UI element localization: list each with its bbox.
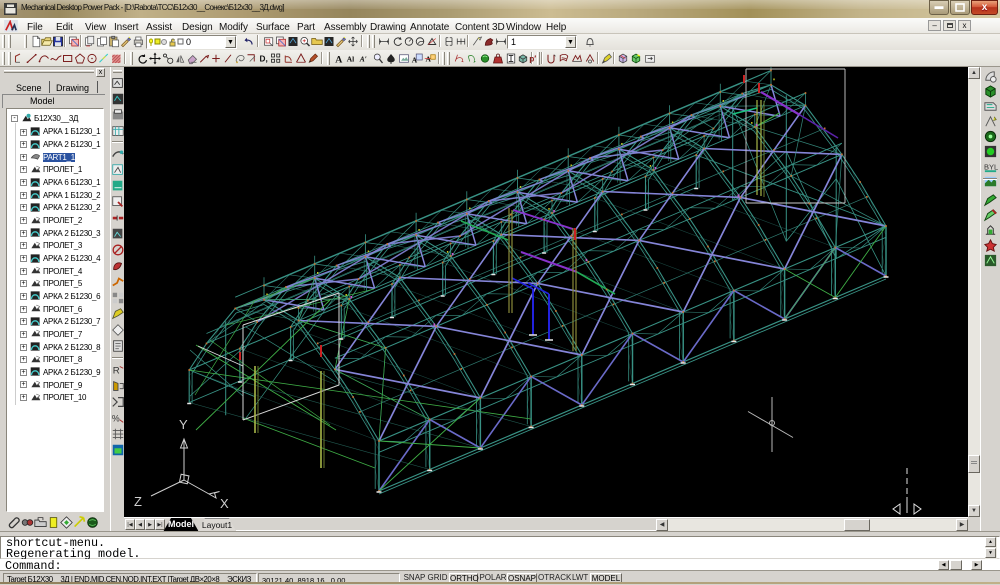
svg-text:A′: A′ bbox=[359, 55, 367, 64]
svg-text:D,: D, bbox=[260, 55, 268, 64]
svg-text:R: R bbox=[113, 366, 120, 377]
svg-text:p′: p′ bbox=[529, 55, 536, 64]
svg-text:X: X bbox=[220, 496, 229, 511]
svg-text:A: A bbox=[412, 55, 418, 64]
svg-text:Z: Z bbox=[134, 494, 142, 509]
svg-text:Al: Al bbox=[347, 55, 355, 64]
svg-text:Y: Y bbox=[179, 417, 188, 432]
svg-text:BYL: BYL bbox=[984, 162, 998, 171]
svg-text:A: A bbox=[335, 54, 342, 65]
svg-text:%: % bbox=[112, 414, 120, 424]
